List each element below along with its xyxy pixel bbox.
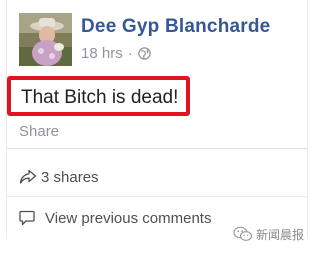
meta-separator: · xyxy=(127,44,133,62)
avatar-photo xyxy=(19,13,72,66)
divider xyxy=(7,196,307,197)
comment-icon xyxy=(19,210,35,226)
facebook-post: Dee Gyp Blancharde 18 hrs · That Bitch i… xyxy=(6,0,308,238)
divider xyxy=(7,148,307,149)
view-previous-comments-link[interactable]: View previous comments xyxy=(19,208,211,228)
shares-count-label: 3 shares xyxy=(41,168,99,186)
post-text: That Bitch is dead! xyxy=(21,87,179,108)
share-button[interactable]: Share xyxy=(19,123,59,140)
avatar[interactable] xyxy=(19,13,72,66)
author-name-link[interactable]: Dee Gyp Blancharde xyxy=(81,16,270,38)
watermark: 新闻晨报 xyxy=(233,224,304,244)
globe-icon[interactable] xyxy=(137,46,151,60)
share-arrow-icon xyxy=(19,169,37,185)
post-timestamp[interactable]: 18 hrs xyxy=(81,45,123,62)
screenshot: Dee Gyp Blancharde 18 hrs · That Bitch i… xyxy=(0,0,318,254)
wechat-icon xyxy=(233,226,253,242)
watermark-text: 新闻晨报 xyxy=(256,227,305,242)
post-meta: 18 hrs · xyxy=(81,44,151,62)
post-text-highlight: That Bitch is dead! xyxy=(7,76,190,116)
shares-count-link[interactable]: 3 shares xyxy=(19,167,99,187)
view-previous-comments-label: View previous comments xyxy=(45,209,212,227)
